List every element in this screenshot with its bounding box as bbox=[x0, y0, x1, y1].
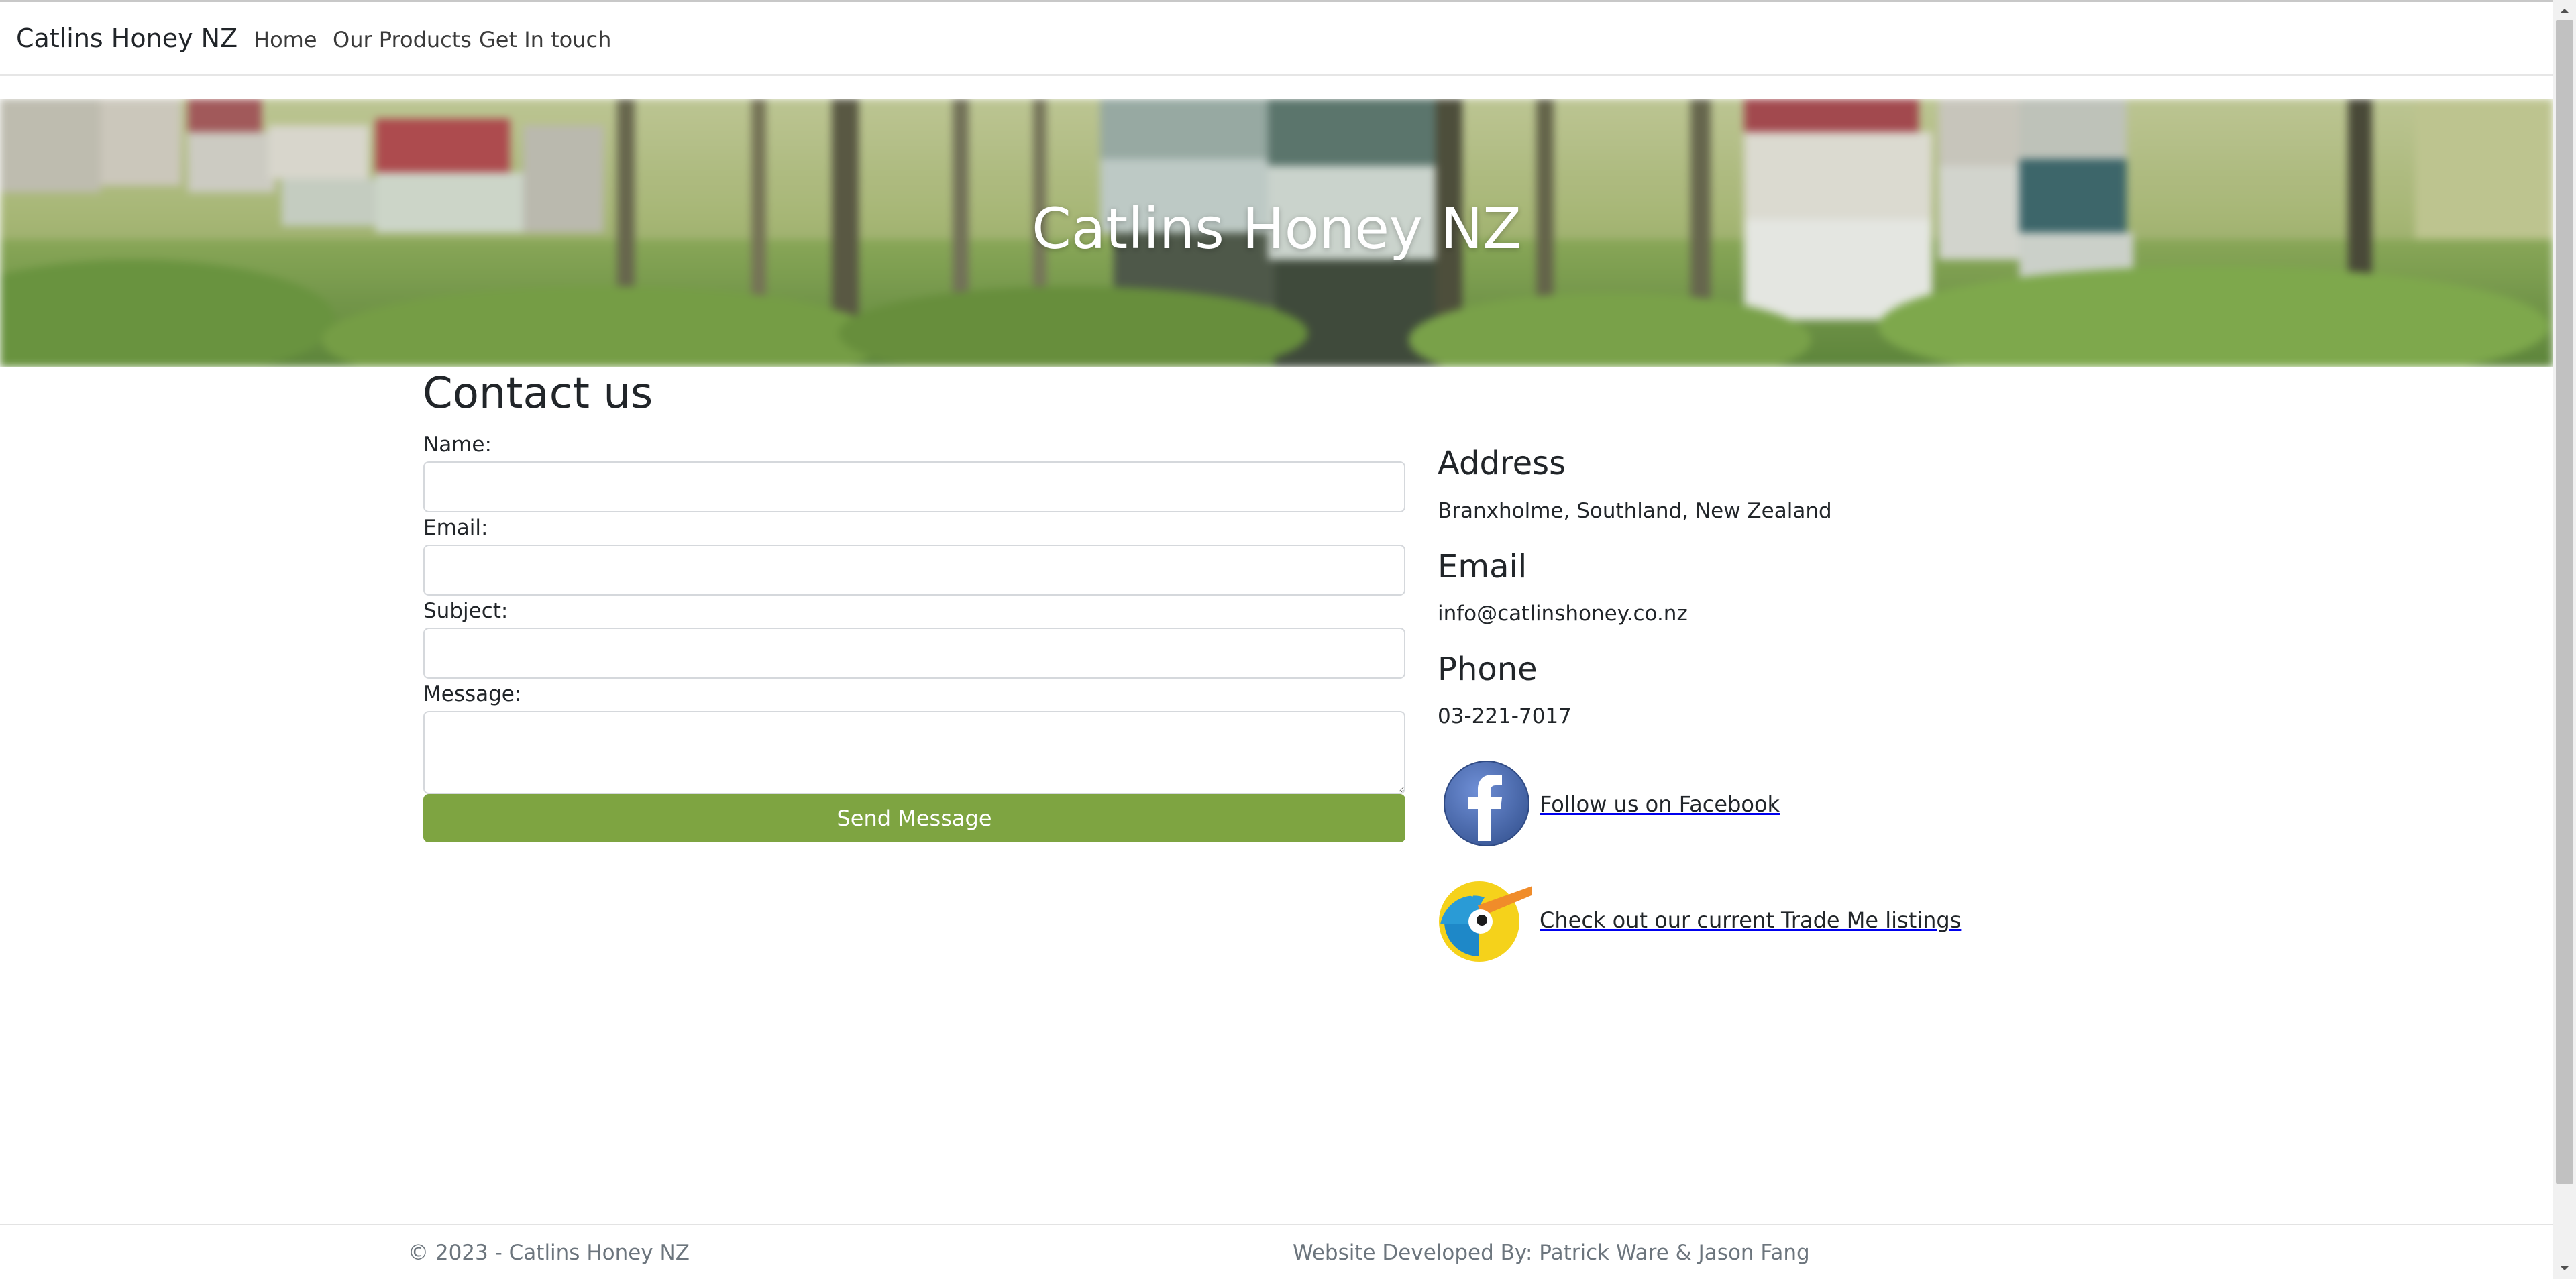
phone-text: 03-221-7017 bbox=[1438, 704, 1572, 728]
facebook-link-text: Follow us on Facebook bbox=[1540, 791, 1780, 817]
footer-credits: Website Developed By: Patrick Ware & Jas… bbox=[1293, 1241, 1810, 1265]
facebook-link[interactable]: Follow us on Facebook bbox=[1438, 759, 1780, 849]
nav-get-in-touch[interactable]: Get In touch bbox=[479, 27, 611, 52]
footer-copyright: © 2023 - Catlins Honey NZ bbox=[408, 1241, 690, 1265]
hero-banner: Catlins Honey NZ bbox=[0, 99, 2553, 367]
subject-input[interactable] bbox=[423, 628, 1405, 679]
send-message-button[interactable]: Send Message bbox=[423, 794, 1405, 842]
email-label: Email: bbox=[423, 516, 488, 540]
trademe-link[interactable]: Check out our current Trade Me listings bbox=[1438, 877, 1961, 963]
footer: © 2023 - Catlins Honey NZ Website Develo… bbox=[0, 1224, 2553, 1279]
contact-heading: Contact us bbox=[423, 369, 653, 419]
address-heading: Address bbox=[1438, 445, 1566, 482]
subject-label: Subject: bbox=[423, 599, 508, 623]
message-textarea[interactable] bbox=[423, 711, 1405, 794]
address-text: Branxholme, Southland, New Zealand bbox=[1438, 499, 1832, 523]
email-input[interactable] bbox=[423, 545, 1405, 596]
scroll-up-arrow-icon[interactable] bbox=[2558, 4, 2571, 17]
navbar: Catlins Honey NZ Home Our Products Get I… bbox=[0, 2, 2553, 76]
scroll-down-arrow-icon[interactable] bbox=[2558, 1262, 2571, 1275]
nav-our-products[interactable]: Our Products bbox=[333, 27, 472, 52]
message-label: Message: bbox=[423, 682, 522, 706]
brand-link[interactable]: Catlins Honey NZ bbox=[16, 23, 237, 53]
trademe-kiwi-icon bbox=[1439, 881, 1532, 962]
nav-home[interactable]: Home bbox=[254, 27, 317, 52]
name-input[interactable] bbox=[423, 461, 1405, 512]
email-heading: Email bbox=[1438, 548, 1527, 586]
name-label: Name: bbox=[423, 433, 492, 457]
phone-heading: Phone bbox=[1438, 651, 1538, 688]
facebook-icon bbox=[1444, 761, 1529, 846]
email-text: info@catlinshoney.co.nz bbox=[1438, 602, 1688, 626]
hero-title: Catlins Honey NZ bbox=[1032, 196, 1521, 262]
trademe-link-text: Check out our current Trade Me listings bbox=[1540, 907, 1962, 933]
scrollbar-thumb[interactable] bbox=[2556, 20, 2573, 1184]
